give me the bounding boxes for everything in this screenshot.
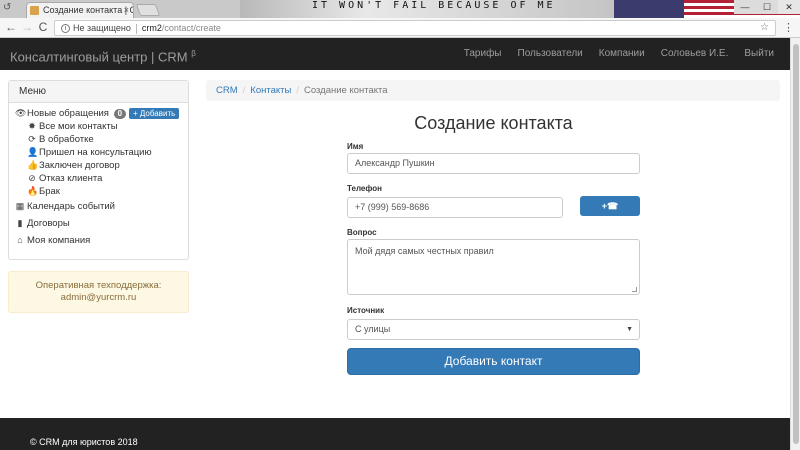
info-icon[interactable]: i (61, 24, 70, 34)
menu-item-label: Пришел на консультацию (39, 147, 152, 158)
menu-item-label: Календарь событий (27, 201, 115, 212)
nav-logout[interactable]: Выйти (736, 38, 782, 70)
resize-grip-icon[interactable] (632, 287, 637, 292)
address-separator (135, 23, 137, 34)
new-requests-count: 0 (113, 109, 127, 119)
menu-item-calendar[interactable]: ▦ Календарь событий (15, 198, 182, 215)
menu-item-contract[interactable]: 👍Заключен договор (15, 159, 182, 172)
page-scrollbar[interactable] (790, 38, 800, 450)
asterisk-icon: ✸ (28, 121, 36, 131)
menu-item-label: Брак (39, 186, 60, 197)
source-label: Источник (347, 306, 385, 315)
menu-item-label: Отказ клиента (39, 173, 103, 184)
app-navbar: Консалтинговый центр | CRM β Тарифы Поль… (0, 38, 790, 70)
footer: © CRM для юристов 2018 (0, 418, 790, 450)
maximize-icon[interactable]: ☐ (756, 0, 778, 14)
eye-icon: 👁 (15, 108, 27, 118)
browser-tabstrip: ↺ Создание контакта | CR × IT WON'T FAIL… (0, 0, 800, 18)
question-textarea[interactable]: Мой дядя самых честных правил (347, 239, 640, 295)
refresh-icon: ⟳ (28, 134, 36, 144)
question-text: Мой дядя самых честных правил (355, 246, 494, 256)
menu-item-label: В обработке (39, 134, 94, 145)
source-select[interactable]: С улицы ▼ (347, 319, 640, 340)
add-phone-button[interactable]: +☎ (580, 196, 640, 216)
menu-item-contracts[interactable]: ▮ Договоры (15, 215, 182, 232)
back-icon[interactable]: ← (4, 20, 18, 34)
page-title: Создание контакта (414, 113, 573, 133)
new-requests-label: Новые обращения (27, 108, 109, 119)
phone-label: Телефон (347, 184, 382, 193)
breadcrumb-divider: / (296, 85, 299, 96)
name-field[interactable]: Александр Пушкин (347, 153, 640, 174)
support-email[interactable]: admin@yurcrm.ru (9, 292, 188, 304)
support-title: Оперативная техподдержка: (35, 280, 162, 291)
footer-copyright: © CRM для юристов 2018 (30, 437, 138, 447)
reload-icon[interactable]: C (36, 20, 50, 34)
menu-item-label: Договоры (27, 218, 70, 229)
calendar-icon: ▦ (15, 201, 25, 211)
ban-icon: ⊘ (28, 173, 36, 183)
url-path: /contact/create (161, 23, 221, 33)
support-alert: Оперативная техподдержка: admin@yurcrm.r… (8, 271, 189, 313)
source-value: С улицы (355, 324, 391, 334)
background-banner: IT WON'T FAIL BECAUSE OF ME (240, 0, 660, 18)
nav-users[interactable]: Пользователи (510, 38, 591, 70)
menu-item-label: Все мои контакты (39, 121, 118, 132)
sidebar-heading: Меню (9, 81, 188, 103)
breadcrumb-current: Создание контакта (303, 85, 388, 96)
scrollbar-thumb[interactable] (793, 44, 799, 444)
menu-item-label: Моя компания (27, 235, 91, 246)
menu-item-label: Заключен договор (39, 160, 120, 171)
menu-item-defect[interactable]: 🔥Брак (15, 185, 182, 198)
question-label: Вопрос (347, 228, 377, 237)
breadcrumb-divider: / (242, 85, 246, 96)
favicon-icon (30, 6, 39, 15)
menu-item-refused[interactable]: ⊘ Отказ клиента (15, 172, 182, 185)
breadcrumb-contacts[interactable]: Контакты (250, 85, 291, 96)
bookmark-star-icon[interactable]: ☆ (760, 21, 769, 35)
phone-field[interactable]: +7 (999) 569-8686 (347, 197, 563, 218)
url-host: crm2 (141, 23, 162, 33)
window-close-icon[interactable]: ✕ (778, 0, 800, 14)
nav-companies[interactable]: Компании (591, 38, 653, 70)
name-label: Имя (347, 142, 364, 151)
thumbs-up-icon: 👍 (27, 160, 39, 170)
add-contact-button[interactable]: Добавить контакт (347, 348, 640, 375)
window-controls: — ☐ ✕ (734, 0, 800, 14)
new-tab-button[interactable] (135, 4, 161, 16)
menu-item-in-progress[interactable]: ⟳ В обработке (15, 133, 182, 146)
flag-stars (614, 0, 684, 18)
tab-title: Создание контакта | CR (43, 5, 134, 15)
browser-tab[interactable]: Создание контакта | CR × (26, 2, 134, 18)
forward-icon[interactable]: → (20, 20, 34, 34)
chevron-down-icon: ▼ (626, 326, 633, 333)
document-icon: ▮ (17, 218, 23, 228)
sidebar-menu: Меню 👁Новые обращения 0 + Добавить ✸ Все м… (8, 80, 189, 260)
add-request-button[interactable]: + Добавить (129, 108, 180, 119)
brand-title: Консалтинговый центр | CRM (10, 49, 188, 65)
user-icon: 👤 (27, 147, 39, 157)
nav-links: Тарифы Пользователи Компании Соловьев И.… (456, 38, 782, 70)
browser-menu-icon[interactable]: ⋮ (783, 21, 794, 34)
browser-toolbar: ← → C i Не защищено crm2/contact/create ☆ … (0, 18, 800, 38)
nav-tariffs[interactable]: Тарифы (456, 38, 510, 70)
minimize-icon[interactable]: — (734, 0, 756, 14)
tab-close-icon[interactable]: × (124, 3, 129, 18)
menu-item-consultation[interactable]: 👤Пришел на консультацию (15, 146, 182, 159)
tab-history-icon[interactable]: ↺ (3, 1, 15, 15)
brand-beta: β (191, 49, 196, 58)
security-label: Не защищено (73, 23, 131, 33)
brand[interactable]: Консалтинговый центр | CRM β (10, 38, 196, 73)
breadcrumb-crm[interactable]: CRM (216, 85, 238, 96)
nav-current-user[interactable]: Соловьев И.Е. (653, 38, 737, 70)
breadcrumb: CRM / Контакты / Создание контакта (206, 80, 780, 101)
menu-item-new-requests[interactable]: 👁Новые обращения 0 + Добавить (15, 107, 182, 120)
address-bar[interactable]: i Не защищено crm2/contact/create ☆ (54, 20, 776, 36)
menu-item-all-contacts[interactable]: ✸ Все мои контакты (15, 120, 182, 133)
fire-icon: 🔥 (27, 186, 39, 196)
menu-list: 👁Новые обращения 0 + Добавить ✸ Все мои ко… (9, 103, 188, 253)
menu-item-company[interactable]: ⌂ Моя компания (15, 232, 182, 249)
home-icon: ⌂ (17, 235, 23, 245)
